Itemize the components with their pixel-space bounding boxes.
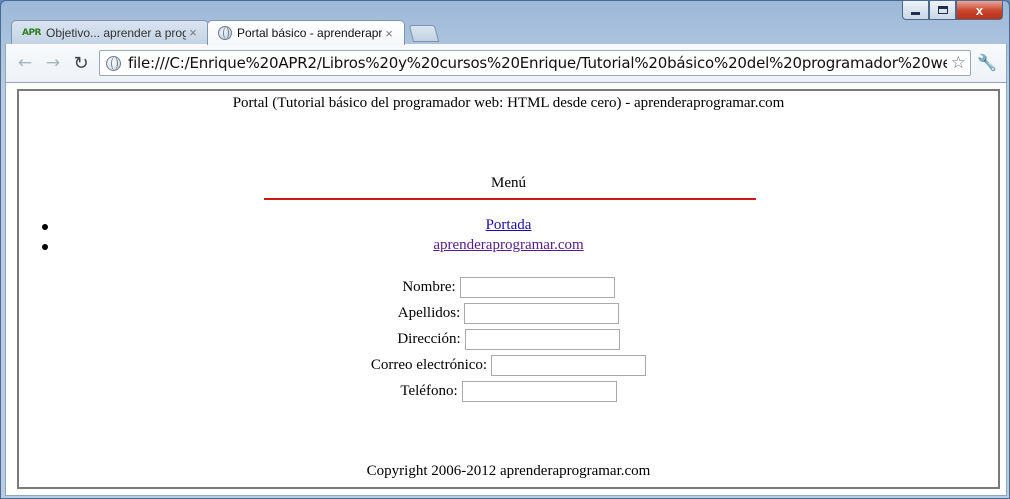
bookmark-star-icon[interactable]: ☆ xyxy=(951,53,966,73)
apellidos-label: Apellidos: xyxy=(397,304,461,321)
back-arrow-icon: ← xyxy=(17,53,33,73)
correo-label: Correo electrónico: xyxy=(370,356,488,373)
reload-icon: ↻ xyxy=(73,52,89,74)
new-tab-button[interactable] xyxy=(408,25,440,42)
page-container: Portal (Tutorial básico del programador … xyxy=(17,89,1000,489)
address-bar[interactable]: file:///C:/Enrique%20APR2/Libros%20y%20c… xyxy=(99,50,971,76)
page-footer: Copyright 2006-2012 aprenderaprogramar.c… xyxy=(366,463,651,479)
nombre-input[interactable] xyxy=(459,276,615,298)
tab-strip: APR Objetivo... aprender a progr × Porta… xyxy=(11,20,611,45)
page-info-icon[interactable] xyxy=(106,55,121,71)
direccion-input[interactable] xyxy=(464,328,620,350)
direccion-label: Dirección: xyxy=(397,330,461,347)
form-row-nombre: Nombre: xyxy=(19,274,998,300)
browser-window: x APR Objetivo... aprender a progr × Por… xyxy=(0,0,1010,499)
form-row-correo: Correo electrónico: xyxy=(19,352,998,378)
portada-link[interactable]: Portada xyxy=(486,217,532,233)
bullet-icon xyxy=(42,244,48,250)
form-row-telefono: Teléfono: xyxy=(19,378,998,404)
tab-close-icon[interactable]: × xyxy=(186,25,200,40)
browser-toolbar: ← → ↻ file:///C:/Enrique%20APR2/Libros%2… xyxy=(5,44,1007,82)
menu-heading: Menú xyxy=(491,175,526,191)
close-icon: x xyxy=(975,2,984,18)
tab-title: Objetivo... aprender a progr xyxy=(46,25,186,40)
tab-close-icon[interactable]: × xyxy=(382,26,396,41)
apr-logo-icon: APR xyxy=(22,27,42,38)
url-text[interactable]: file:///C:/Enrique%20APR2/Libros%20y%20c… xyxy=(128,54,947,72)
form-row-direccion: Dirección: xyxy=(19,326,998,352)
globe-icon xyxy=(218,26,232,40)
forward-button[interactable]: → xyxy=(42,52,64,74)
form-row-apellidos: Apellidos: xyxy=(19,300,998,326)
tab-title: Portal básico - aprenderapr xyxy=(237,26,382,40)
apellidos-input[interactable] xyxy=(464,302,620,324)
list-item: Portada xyxy=(19,217,998,237)
contact-form: Nombre: Apellidos: Dirección: Correo ele… xyxy=(19,274,998,404)
menu-list: Portada aprenderaprogramar.com xyxy=(19,217,998,257)
forward-arrow-icon: → xyxy=(45,53,61,73)
close-window-button[interactable]: x xyxy=(956,1,1003,20)
tab-objetivo[interactable]: APR Objetivo... aprender a progr × xyxy=(11,20,209,44)
page-viewport: Portal (Tutorial básico del programador … xyxy=(5,82,1007,496)
tab-portal-basico[interactable]: Portal básico - aprenderapr × xyxy=(207,20,405,45)
telefono-input[interactable] xyxy=(461,380,617,402)
aprenderaprogramar-link[interactable]: aprenderaprogramar.com xyxy=(433,237,583,253)
back-button[interactable]: ← xyxy=(14,52,36,74)
nombre-label: Nombre: xyxy=(402,278,456,295)
window-controls: x xyxy=(902,1,1003,21)
reload-button[interactable]: ↻ xyxy=(70,52,92,74)
settings-wrench-button[interactable]: 🔧 xyxy=(976,52,998,74)
maximize-icon xyxy=(937,6,948,14)
correo-input[interactable] xyxy=(491,354,647,376)
minimize-icon xyxy=(911,11,920,15)
maximize-button[interactable] xyxy=(929,1,956,20)
telefono-label: Teléfono: xyxy=(400,382,458,399)
bullet-icon xyxy=(42,224,48,230)
menu-divider xyxy=(264,198,756,200)
minimize-button[interactable] xyxy=(902,1,929,20)
list-item: aprenderaprogramar.com xyxy=(19,237,998,257)
page-title: Portal (Tutorial básico del programador … xyxy=(232,95,785,111)
wrench-icon: 🔧 xyxy=(977,55,997,72)
